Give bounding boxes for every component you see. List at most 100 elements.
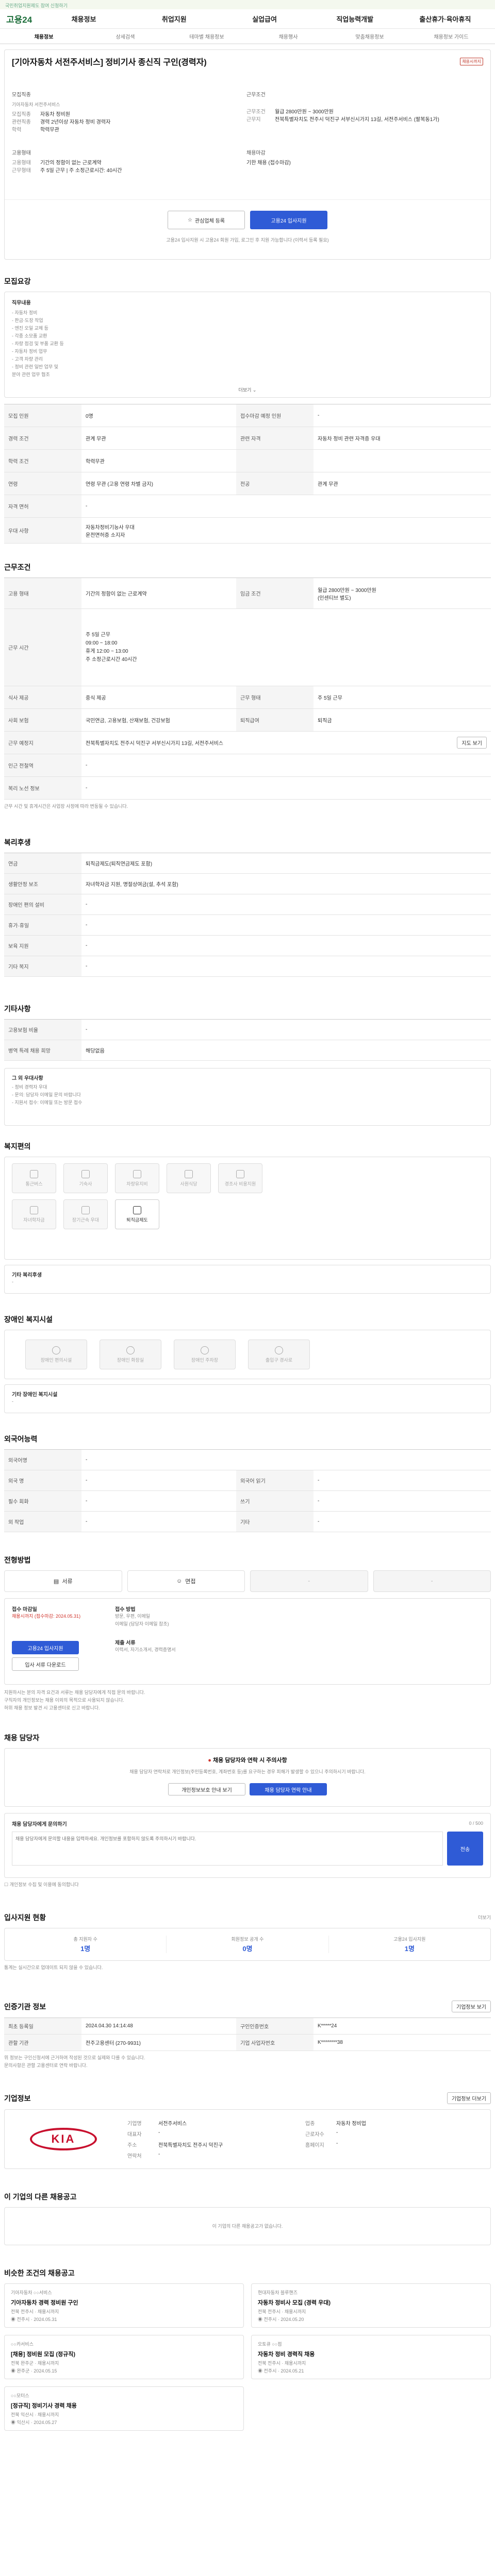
process-notes: 지원하시는 분의 자격 요건과 서류는 채용 담당자에게 직접 문의 바랍니다.… <box>4 1689 491 1712</box>
language-title: 외국어능력 <box>4 1435 38 1443</box>
inquiry-submit-button[interactable]: 전송 <box>447 1832 483 1866</box>
cafeteria-icon <box>185 1170 193 1178</box>
duty-more-button[interactable]: 더보기 ⌄ <box>5 386 490 393</box>
bus-icon <box>30 1170 38 1178</box>
apply-button[interactable]: 고용24 입사지원 <box>250 211 327 229</box>
duty-line: - 고객 차량 관리 <box>12 357 43 362</box>
etc-section: 기타사항 고용보험 비율 - 병역 특례 채용 희망 해당없음 그 외 우대사항 -… <box>4 1004 491 1126</box>
summary-row: 모집직종 자동차 정비원 <box>12 112 70 117</box>
contact-guide-button[interactable]: 채용 담당자 연락 안내 <box>250 1783 327 1795</box>
similar-job-card[interactable]: ○○모터스 [정규직] 정비기사 경력 채용 전북 익산시 · 채용시까지 ◉ … <box>4 2386 244 2431</box>
dorm-icon <box>81 1170 90 1178</box>
stat-item: 총 지원자 수 1명 <box>73 1937 97 1953</box>
inquiry-label: 채용 담당자에게 문의하기 <box>12 1822 67 1827</box>
company-section: 기업정보 기업정보 더보기 KIA 기업명 서전주서비스 업종 자동차 정비업 대표자… <box>4 2092 491 2169</box>
disabled-tile: 장애인 주차장 <box>174 1340 236 1369</box>
gnb-item-parental-leave[interactable]: 출산휴가·육아휴직 <box>402 14 489 24</box>
process-apply-button[interactable]: 고용24 입사지원 <box>12 1641 79 1654</box>
facility-tile: 사원식당 <box>167 1163 211 1193</box>
duty-line: - 정비 관련 일반 업무 및 <box>12 364 59 369</box>
table-row: 장애인 편의 설비 - <box>4 894 491 915</box>
summary-row: 학력 학력무관 <box>12 127 59 133</box>
table-row: 관할 기관 전주고용센터 (270-9931) 기업 사업자번호 K********3… <box>4 2034 491 2051</box>
similar-job-card[interactable]: 현대자동차 블루핸즈 자동차 정비사 모집 (경력 우대) 전북 전주시 · 채… <box>251 2283 491 2328</box>
tab-detail-search[interactable]: 상세검색 <box>85 32 166 40</box>
register-title: 인증기관 정보 <box>4 2002 46 2011</box>
similar-job-card[interactable]: ○○카서비스 [채용] 정비원 모집 (정규직) 전북 완주군 · 채용시까지 … <box>4 2335 244 2379</box>
register-table: 최초 등록일 2024.04.30 14:14:48 구인인증번호 K*****24 … <box>4 2018 491 2051</box>
deadline-detail-label: 접수 마감일 <box>12 1607 37 1613</box>
site-logo[interactable]: 고용24 <box>6 12 37 25</box>
table-row: 식사 제공 중식 제공 근무 형태 주 5일 근무 <box>4 686 491 709</box>
disabled-note-label: 기타 장애인 복지시설 <box>12 1392 58 1398</box>
tab-guide[interactable]: 채용정보 가이드 <box>410 32 492 40</box>
process-note: 구직자의 개인정보는 채용 이외의 목적으로 사용되지 않습니다. <box>4 1698 124 1703</box>
inquiry-counter: 0 / 500 <box>469 1821 483 1826</box>
form-download-button[interactable]: 입사 서류 다운로드 <box>12 1657 79 1671</box>
global-nav: 고용24 채용정보 취업지원 실업급여 직업능력개발 출산휴가·육아휴직 <box>0 9 495 29</box>
tab-events[interactable]: 채용행사 <box>248 32 329 40</box>
document-icon: ▤ <box>53 1578 59 1585</box>
recruit-title: 모집요강 <box>4 277 31 285</box>
register-note: 위 정보는 구인신청서에 근거하여 작성된 것으로 실제와 다를 수 있습니다. <box>4 2055 145 2060</box>
process-steps: ▤ 서류 ☺ 면접 - - <box>4 1570 491 1592</box>
facility-box: 통근버스 기숙사 차량유지비 사원식당 경조사 비용지원 자녀학자금 장기근속 … <box>4 1157 491 1260</box>
disabled-title: 장애인 복지시설 <box>4 1315 53 1324</box>
company-name: 기아자동차 서전주서비스 <box>12 102 60 107</box>
warning-text: 채용 담당자 연락처로 개인정보(주민등록번호, 계좌번호 등)를 요구하는 경… <box>129 1769 366 1774</box>
top-notice-bar[interactable]: 국민취업지원제도 참여 신청하기 <box>0 0 495 9</box>
chevron-down-icon: ⌄ <box>252 387 257 393</box>
table-row: 외국어명 - <box>4 1449 491 1470</box>
table-row: 기타 복지 - <box>4 956 491 977</box>
retirement-icon <box>133 1206 141 1214</box>
gnb-item-jobs[interactable]: 채용정보 <box>40 14 127 24</box>
register-info-button[interactable]: 기업정보 보기 <box>452 2001 491 2012</box>
checkbox-icon[interactable]: ☐ <box>4 1882 8 1887</box>
interview-icon: ☺ <box>176 1578 183 1584</box>
tab-custom-jobs[interactable]: 맞춤채용정보 <box>329 32 410 40</box>
similar-job-card[interactable]: 오토큐 ○○점 자동차 정비 경력직 채용 전북 전주시 · 채용시까지 ◉ 전… <box>251 2335 491 2379</box>
restroom-icon <box>126 1346 135 1354</box>
stats-box: 총 지원자 수 1명 회원정보 공개 수 0명 고용24 입사지원 1명 <box>4 1928 491 1961</box>
process-detail-box: 접수 마감일 채용시까지 (접수마감: 2024.05.31) 고용24 입사지… <box>4 1598 491 1685</box>
location-icon: ◉ <box>258 2368 263 2374</box>
same-company-empty: 이 기업의 다른 채용공고가 없습니다. <box>4 2207 491 2245</box>
inquiry-input[interactable] <box>12 1832 443 1866</box>
gnb-item-employment-support[interactable]: 취업지원 <box>130 14 218 24</box>
award-icon <box>81 1206 90 1214</box>
table-row: 우대 사항 자동차정비기능사 우대 운전면허증 소지자 <box>4 517 491 544</box>
company-more-button[interactable]: 기업정보 더보기 <box>447 2092 491 2104</box>
summary-row: 근무형태 주 5일 근무 | 주 소정근로시간: 40시간 <box>12 168 122 174</box>
scrap-company-button[interactable]: ☆ 관심업체 등록 <box>168 211 245 229</box>
welfare-section: 복리후생 연금 퇴직금제도(퇴직연금제도 포함) 생활안정 보조 자녀학자금 지원,… <box>4 837 491 977</box>
agree-row[interactable]: ☐ 개인정보 수집 및 이용에 동의합니다 <box>4 1881 491 1889</box>
map-button[interactable]: 지도 보기 <box>457 737 487 749</box>
stat-item: 고용24 입사지원 1명 <box>328 1936 490 1953</box>
location-icon: ◉ <box>11 2317 16 2322</box>
manager-section: 채용 담당자 ● 채용 담당자와 연락 시 주의사항 채용 담당자 연락처로 개… <box>4 1733 491 1889</box>
tab-jobs[interactable]: 채용정보 <box>3 32 85 40</box>
similar-job-card[interactable]: 기아자동차 ○○서비스 기아자동차 경력 정비원 구인 전북 전주시 · 채용시… <box>4 2283 244 2328</box>
work-title: 근무조건 <box>4 563 31 571</box>
method-value: 방문, 우편, 이메일 이메일 (담당자 이메일 참조) <box>115 1614 169 1626</box>
top-notice-link[interactable]: 국민취업지원제도 참여 신청하기 <box>5 3 68 8</box>
disabled-note: - <box>12 1399 13 1404</box>
deadline-row: 기한 채용 (접수마감) <box>246 160 291 166</box>
facility-tile: 경조사 비용지원 <box>218 1163 262 1193</box>
privacy-guide-button[interactable]: 개인정보보호 안내 보기 <box>168 1783 245 1795</box>
stats-more-link[interactable]: 더보기 <box>478 1914 491 1922</box>
table-row: 인근 전철역 - <box>4 754 491 777</box>
gnb-item-training[interactable]: 직업능력개발 <box>311 14 399 24</box>
tab-theme-jobs[interactable]: 테마별 채용정보 <box>166 32 248 40</box>
recruit-table: 모집 인원 0명 접수마감 예정 인원 - 경력 조건 관계 무관 관련 자격 자동차 정비… <box>4 404 491 544</box>
similar-title: 비슷한 조건의 채용공고 <box>4 2269 75 2277</box>
stats-note: 통계는 실시간으로 업데이트 되지 않을 수 있습니다. <box>4 1965 103 1970</box>
gnb-item-unemployment-benefit[interactable]: 실업급여 <box>221 14 308 24</box>
manager-title: 채용 담당자 <box>4 1734 40 1742</box>
same-company-section: 이 기업의 다른 채용공고 이 기업의 다른 채용공고가 없습니다. <box>4 2192 491 2245</box>
process-step: - <box>250 1570 368 1592</box>
inquiry-box: 채용 담당자에게 문의하기 0 / 500 전송 <box>4 1813 491 1878</box>
facility-note: - <box>12 1279 13 1284</box>
duty-box: 직무내용 - 자동차 정비 - 판금·도장 작업 - 엔진 오일 교체 등 - … <box>4 292 491 398</box>
location-icon: ◉ <box>258 2317 263 2322</box>
